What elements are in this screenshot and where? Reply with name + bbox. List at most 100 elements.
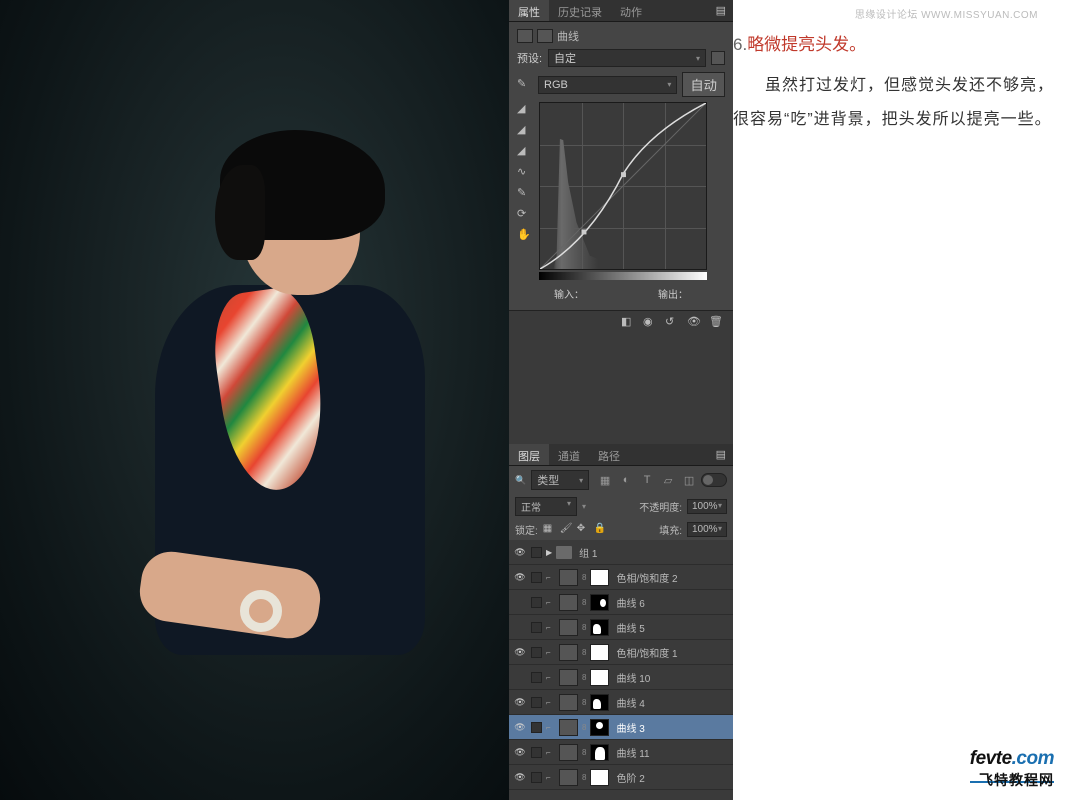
layer-checkbox[interactable] — [531, 772, 542, 783]
tab-actions[interactable]: 动作 — [611, 0, 651, 21]
layer-checkbox[interactable] — [531, 597, 542, 608]
mask-thumb-icon[interactable] — [590, 694, 609, 711]
layer-name-label[interactable]: 组 1 — [579, 545, 597, 560]
visibility-toggle-icon[interactable]: 👁 — [513, 720, 527, 734]
layer-row[interactable]: ⌐8曲线 5 — [509, 615, 733, 640]
eyedropper-icon[interactable]: ✎ — [517, 77, 533, 93]
clip-icon[interactable]: ◧ — [621, 315, 639, 330]
adjustment-thumb-icon[interactable] — [559, 644, 578, 661]
filter-adj-icon[interactable]: ◐ — [619, 473, 633, 487]
mask-thumb-icon[interactable] — [590, 644, 609, 661]
layer-checkbox[interactable] — [531, 572, 542, 583]
sampler-black-icon[interactable]: ◢ — [517, 102, 533, 118]
fill-input[interactable]: 100%▾ — [687, 522, 727, 537]
edit-points-icon[interactable]: ∿ — [517, 165, 533, 181]
layer-row[interactable]: 👁⌐8曲线 4 — [509, 690, 733, 715]
visibility-toggle-icon[interactable]: 👁 — [513, 770, 527, 784]
tab-paths[interactable]: 路径 — [589, 444, 629, 465]
visibility-icon[interactable]: 👁 — [687, 315, 705, 330]
layer-checkbox[interactable] — [531, 547, 542, 558]
layer-checkbox[interactable] — [531, 647, 542, 658]
layer-checkbox[interactable] — [531, 697, 542, 708]
draw-curve-icon[interactable]: ✎ — [517, 186, 533, 202]
layer-row[interactable]: 👁⌐8色相/饱和度 1 — [509, 640, 733, 665]
visibility-toggle-icon[interactable]: 👁 — [513, 695, 527, 709]
filter-shape-icon[interactable]: ▱ — [661, 473, 675, 487]
mask-thumb-icon[interactable] — [590, 744, 609, 761]
layer-name-label[interactable]: 曲线 10 — [616, 670, 650, 685]
layer-name-label[interactable]: 曲线 11 — [616, 745, 649, 760]
filter-type-icon[interactable]: T — [640, 473, 654, 487]
lock-all-icon[interactable]: 🔒 — [594, 523, 607, 536]
layer-checkbox[interactable] — [531, 722, 542, 733]
layer-name-label[interactable]: 色相/饱和度 1 — [616, 645, 677, 660]
adjustment-thumb-icon[interactable] — [559, 669, 578, 686]
layer-checkbox[interactable] — [531, 672, 542, 683]
layer-checkbox[interactable] — [531, 747, 542, 758]
layer-row[interactable]: 👁⌐8曲线 3 — [509, 715, 733, 740]
layer-row[interactable]: 👁⌐8曲线 11 — [509, 740, 733, 765]
tab-history[interactable]: 历史记录 — [549, 0, 611, 21]
mask-thumb-icon[interactable] — [590, 669, 609, 686]
sampler-gray-icon[interactable]: ◢ — [517, 123, 533, 139]
tab-properties[interactable]: 属性 — [509, 0, 549, 21]
adjustment-thumb-icon[interactable] — [559, 744, 578, 761]
filter-smart-icon[interactable]: ◫ — [682, 473, 696, 487]
curve-graph[interactable] — [539, 102, 707, 270]
preset-dropdown[interactable]: 自定▾ — [548, 49, 706, 67]
expand-arrow-icon[interactable]: ▶ — [546, 548, 552, 557]
adjustment-thumb-icon[interactable] — [559, 694, 578, 711]
opacity-input[interactable]: 100%▾ — [687, 499, 727, 514]
mask-thumb-icon[interactable] — [590, 619, 609, 636]
tab-layers[interactable]: 图层 — [509, 444, 549, 465]
layer-name-label[interactable]: 色相/饱和度 2 — [616, 570, 677, 585]
mask-thumb-icon[interactable] — [590, 594, 609, 611]
visibility-toggle-icon[interactable] — [513, 595, 527, 609]
lock-pixels-icon[interactable]: 🖌 — [560, 523, 573, 536]
layer-checkbox[interactable] — [531, 622, 542, 633]
layer-filter-dropdown[interactable]: 类型▾ — [531, 470, 589, 490]
hand-icon[interactable]: ✋ — [517, 228, 533, 244]
reset-icon[interactable]: ↺ — [665, 315, 683, 330]
mask-icon[interactable] — [537, 29, 553, 43]
adjustment-thumb-icon[interactable] — [559, 719, 578, 736]
channel-dropdown[interactable]: RGB▾ — [538, 76, 677, 94]
layer-row[interactable]: 👁 ▶ 组 1 — [509, 540, 733, 565]
layer-name-label[interactable]: 曲线 4 — [616, 695, 644, 710]
lock-position-icon[interactable]: ✥ — [577, 523, 590, 536]
auto-button[interactable]: 自动 — [682, 72, 725, 97]
smooth-icon[interactable]: ⟳ — [517, 207, 533, 223]
trash-icon[interactable]: 🗑 — [709, 315, 727, 330]
layer-name-label[interactable]: 色阶 2 — [616, 770, 644, 785]
layer-name-label[interactable]: 曲线 6 — [616, 595, 644, 610]
panel-menu-icon[interactable]: ▤ — [709, 0, 733, 21]
visibility-toggle-icon[interactable]: 👁 — [513, 545, 527, 559]
visibility-toggle-icon[interactable]: 👁 — [513, 745, 527, 759]
prev-icon[interactable]: ◉ — [643, 315, 661, 330]
visibility-toggle-icon[interactable] — [513, 670, 527, 684]
visibility-toggle-icon[interactable]: 👁 — [513, 570, 527, 584]
mask-thumb-icon[interactable] — [590, 769, 609, 786]
layer-row[interactable]: ⌐8曲线 6 — [509, 590, 733, 615]
blend-mode-dropdown[interactable]: 正常▾ — [515, 497, 577, 516]
adjustment-thumb-icon[interactable] — [559, 569, 578, 586]
lock-transparent-icon[interactable]: ▦ — [543, 523, 556, 536]
visibility-toggle-icon[interactable]: 👁 — [513, 645, 527, 659]
preset-menu-icon[interactable] — [711, 51, 725, 65]
layer-name-label[interactable]: 曲线 3 — [616, 720, 644, 735]
layer-row[interactable]: 👁⌐8色阶 2 — [509, 765, 733, 790]
tab-channels[interactable]: 通道 — [549, 444, 589, 465]
adjustment-thumb-icon[interactable] — [559, 594, 578, 611]
sampler-white-icon[interactable]: ◢ — [517, 144, 533, 160]
mask-thumb-icon[interactable] — [590, 719, 609, 736]
visibility-toggle-icon[interactable] — [513, 620, 527, 634]
layer-row[interactable]: ⌐8曲线 10 — [509, 665, 733, 690]
layers-panel-menu-icon[interactable]: ▤ — [709, 444, 733, 465]
filter-toggle[interactable] — [701, 473, 727, 487]
adjustment-thumb-icon[interactable] — [559, 619, 578, 636]
layer-name-label[interactable]: 曲线 5 — [616, 620, 644, 635]
layer-row[interactable]: 👁⌐8色相/饱和度 2 — [509, 565, 733, 590]
mask-thumb-icon[interactable] — [590, 569, 609, 586]
filter-pixel-icon[interactable]: ▦ — [598, 473, 612, 487]
adjustment-thumb-icon[interactable] — [559, 769, 578, 786]
